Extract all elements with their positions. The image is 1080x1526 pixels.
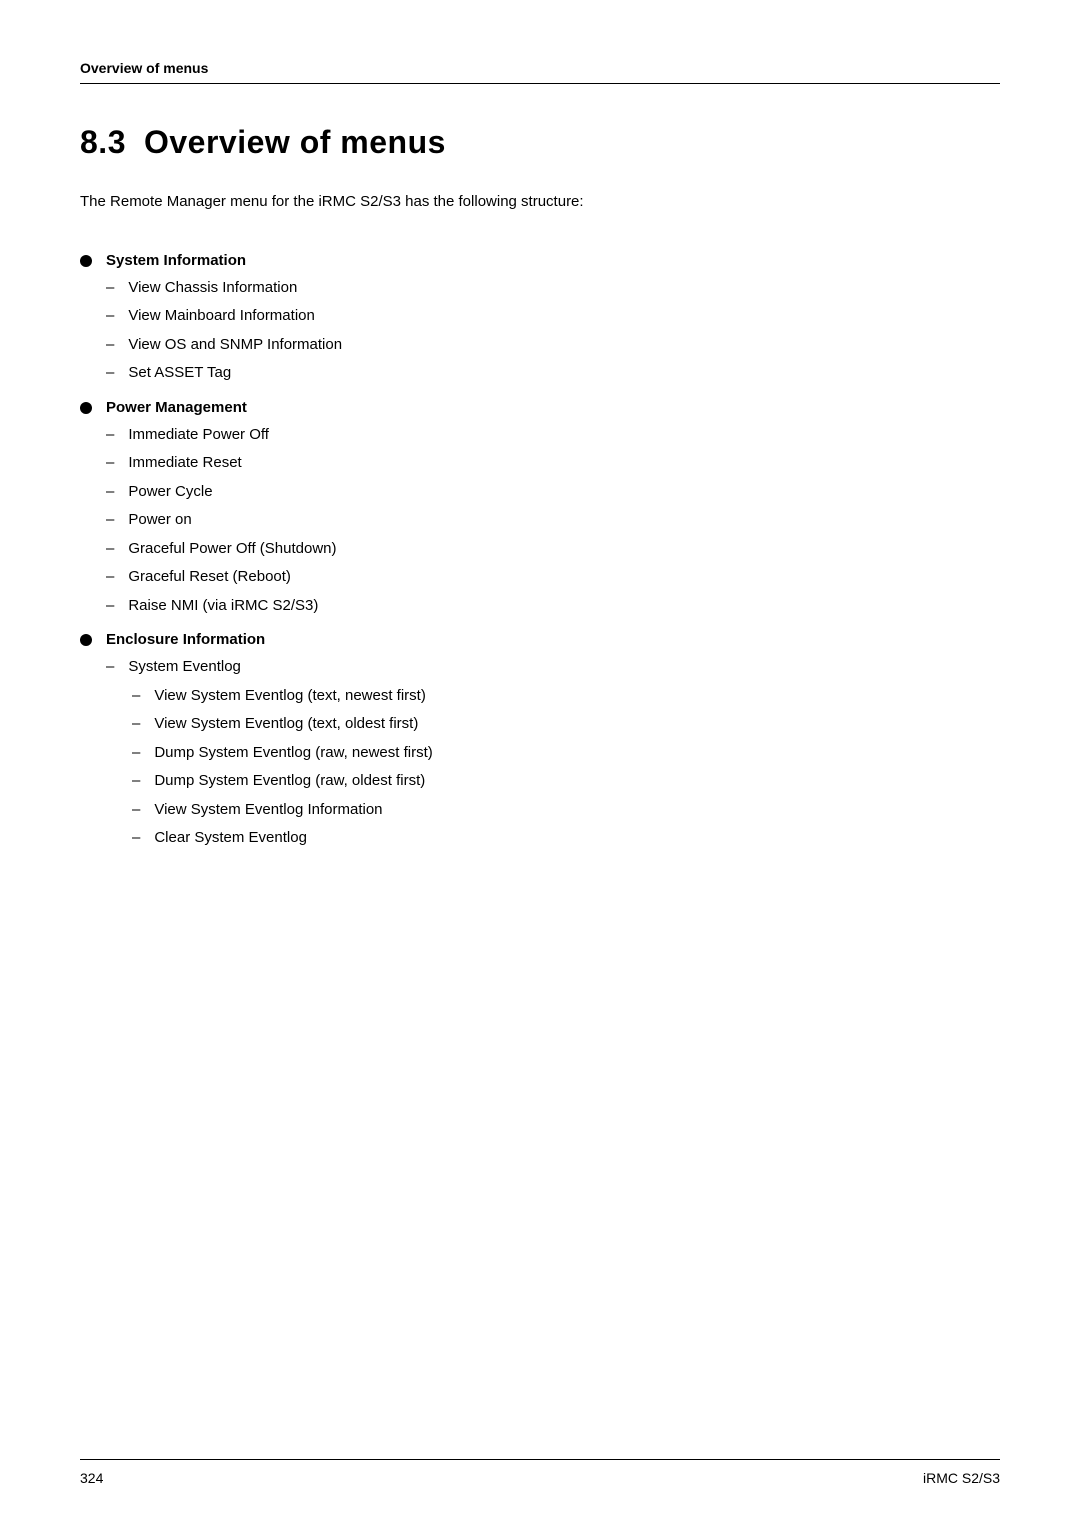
sub-sub-item-text-2: Dump System Eventlog (raw, newest first): [154, 742, 432, 765]
sub-item-dash: –: [106, 277, 114, 300]
page-container: Overview of menus 8.3 Overview of menus T…: [0, 0, 1080, 1526]
bullet-header-text-enclosure-information: Enclosure Information: [106, 631, 265, 648]
sub-item-text-power-management-5: Graceful Reset (Reboot): [128, 566, 291, 589]
sub-sub-item-dash: –: [132, 713, 140, 736]
sub-item-dash: –: [106, 452, 114, 475]
content-area: System Information–View Chassis Informat…: [80, 238, 1000, 860]
sub-item-text-system-information-0: View Chassis Information: [128, 277, 297, 300]
sub-item-dash: –: [106, 595, 114, 618]
chapter-title: 8.3 Overview of menus: [80, 124, 1000, 161]
sub-item-power-management-4: –Graceful Power Off (Shutdown): [106, 538, 1000, 561]
bullet-header-text-power-management: Power Management: [106, 399, 247, 416]
sub-item-dash: –: [106, 424, 114, 447]
sub-sub-item-2: –Dump System Eventlog (raw, newest first…: [132, 742, 1000, 765]
footer-page-number: 324: [80, 1470, 103, 1486]
bullet-dot-system-information: [80, 255, 92, 267]
sub-item-power-management-0: –Immediate Power Off: [106, 424, 1000, 447]
sub-item-system-information-2: –View OS and SNMP Information: [106, 334, 1000, 357]
sub-sub-item-text-1: View System Eventlog (text, oldest first…: [154, 713, 418, 736]
sub-item-dash: –: [106, 305, 114, 328]
sub-item-power-management-1: –Immediate Reset: [106, 452, 1000, 475]
bullet-dot-enclosure-information: [80, 634, 92, 646]
sub-items-enclosure-information: –System Eventlog–View System Eventlog (t…: [106, 656, 1000, 850]
sub-item-text-system-information-3: Set ASSET Tag: [128, 362, 231, 385]
sub-sub-item-0: –View System Eventlog (text, newest firs…: [132, 685, 1000, 708]
sub-sub-item-text-0: View System Eventlog (text, newest first…: [154, 685, 426, 708]
sub-item-dash: –: [106, 362, 114, 385]
sub-item-system-information-0: –View Chassis Information: [106, 277, 1000, 300]
sub-sub-item-text-4: View System Eventlog Information: [154, 799, 382, 822]
sub-items-system-information: –View Chassis Information–View Mainboard…: [106, 277, 1000, 385]
sub-item-text-power-management-0: Immediate Power Off: [128, 424, 269, 447]
bullet-header-system-information: System Information: [80, 252, 1000, 269]
bullet-header-text-system-information: System Information: [106, 252, 246, 269]
sub-sub-item-5: –Clear System Eventlog: [132, 827, 1000, 850]
sub-item-dash: –: [106, 566, 114, 589]
bullet-header-power-management: Power Management: [80, 399, 1000, 416]
sub-item-text-system-information-2: View OS and SNMP Information: [128, 334, 342, 357]
sub-item-dash: –: [106, 656, 114, 679]
sub-sub-item-dash: –: [132, 685, 140, 708]
sub-item-enclosure-information-0: –System Eventlog: [106, 656, 1000, 679]
sub-sub-item-dash: –: [132, 770, 140, 793]
sub-sub-item-4: –View System Eventlog Information: [132, 799, 1000, 822]
sub-item-text-enclosure-information-0: System Eventlog: [128, 656, 241, 679]
page-header: Overview of menus: [80, 60, 1000, 84]
chapter-number: 8.3: [80, 124, 126, 160]
sub-item-text-power-management-1: Immediate Reset: [128, 452, 241, 475]
bullet-section-power-management: Power Management–Immediate Power Off–Imm…: [80, 399, 1000, 618]
page-footer: 324 iRMC S2/S3: [80, 1459, 1000, 1486]
bullet-header-enclosure-information: Enclosure Information: [80, 631, 1000, 648]
sub-item-dash: –: [106, 509, 114, 532]
sub-item-text-power-management-2: Power Cycle: [128, 481, 212, 504]
intro-text: The Remote Manager menu for the iRMC S2/…: [80, 191, 1000, 214]
sub-item-text-power-management-4: Graceful Power Off (Shutdown): [128, 538, 336, 561]
sub-items-power-management: –Immediate Power Off–Immediate Reset–Pow…: [106, 424, 1000, 618]
header-text: Overview of menus: [80, 60, 208, 76]
bullet-section-enclosure-information: Enclosure Information–System Eventlog–Vi…: [80, 631, 1000, 850]
bullet-dot-power-management: [80, 402, 92, 414]
sub-item-power-management-3: –Power on: [106, 509, 1000, 532]
sub-item-system-information-1: –View Mainboard Information: [106, 305, 1000, 328]
sub-item-text-power-management-3: Power on: [128, 509, 191, 532]
sub-item-dash: –: [106, 538, 114, 561]
sub-item-power-management-6: –Raise NMI (via iRMC S2/S3): [106, 595, 1000, 618]
sub-sub-item-3: –Dump System Eventlog (raw, oldest first…: [132, 770, 1000, 793]
chapter-title-text: Overview of menus: [144, 124, 446, 160]
sub-sub-item-dash: –: [132, 827, 140, 850]
sub-sub-item-dash: –: [132, 742, 140, 765]
sub-item-system-information-3: –Set ASSET Tag: [106, 362, 1000, 385]
sub-sub-item-dash: –: [132, 799, 140, 822]
footer-product: iRMC S2/S3: [923, 1470, 1000, 1486]
sub-item-text-system-information-1: View Mainboard Information: [128, 305, 315, 328]
sub-item-power-management-2: –Power Cycle: [106, 481, 1000, 504]
sub-sub-item-1: –View System Eventlog (text, oldest firs…: [132, 713, 1000, 736]
sub-item-power-management-5: –Graceful Reset (Reboot): [106, 566, 1000, 589]
sub-item-text-power-management-6: Raise NMI (via iRMC S2/S3): [128, 595, 318, 618]
sub-item-dash: –: [106, 481, 114, 504]
sub-item-dash: –: [106, 334, 114, 357]
bullet-section-system-information: System Information–View Chassis Informat…: [80, 252, 1000, 385]
sub-sub-item-text-3: Dump System Eventlog (raw, oldest first): [154, 770, 425, 793]
sub-sub-items-enclosure-information-0: –View System Eventlog (text, newest firs…: [132, 685, 1000, 850]
sub-sub-item-text-5: Clear System Eventlog: [154, 827, 307, 850]
